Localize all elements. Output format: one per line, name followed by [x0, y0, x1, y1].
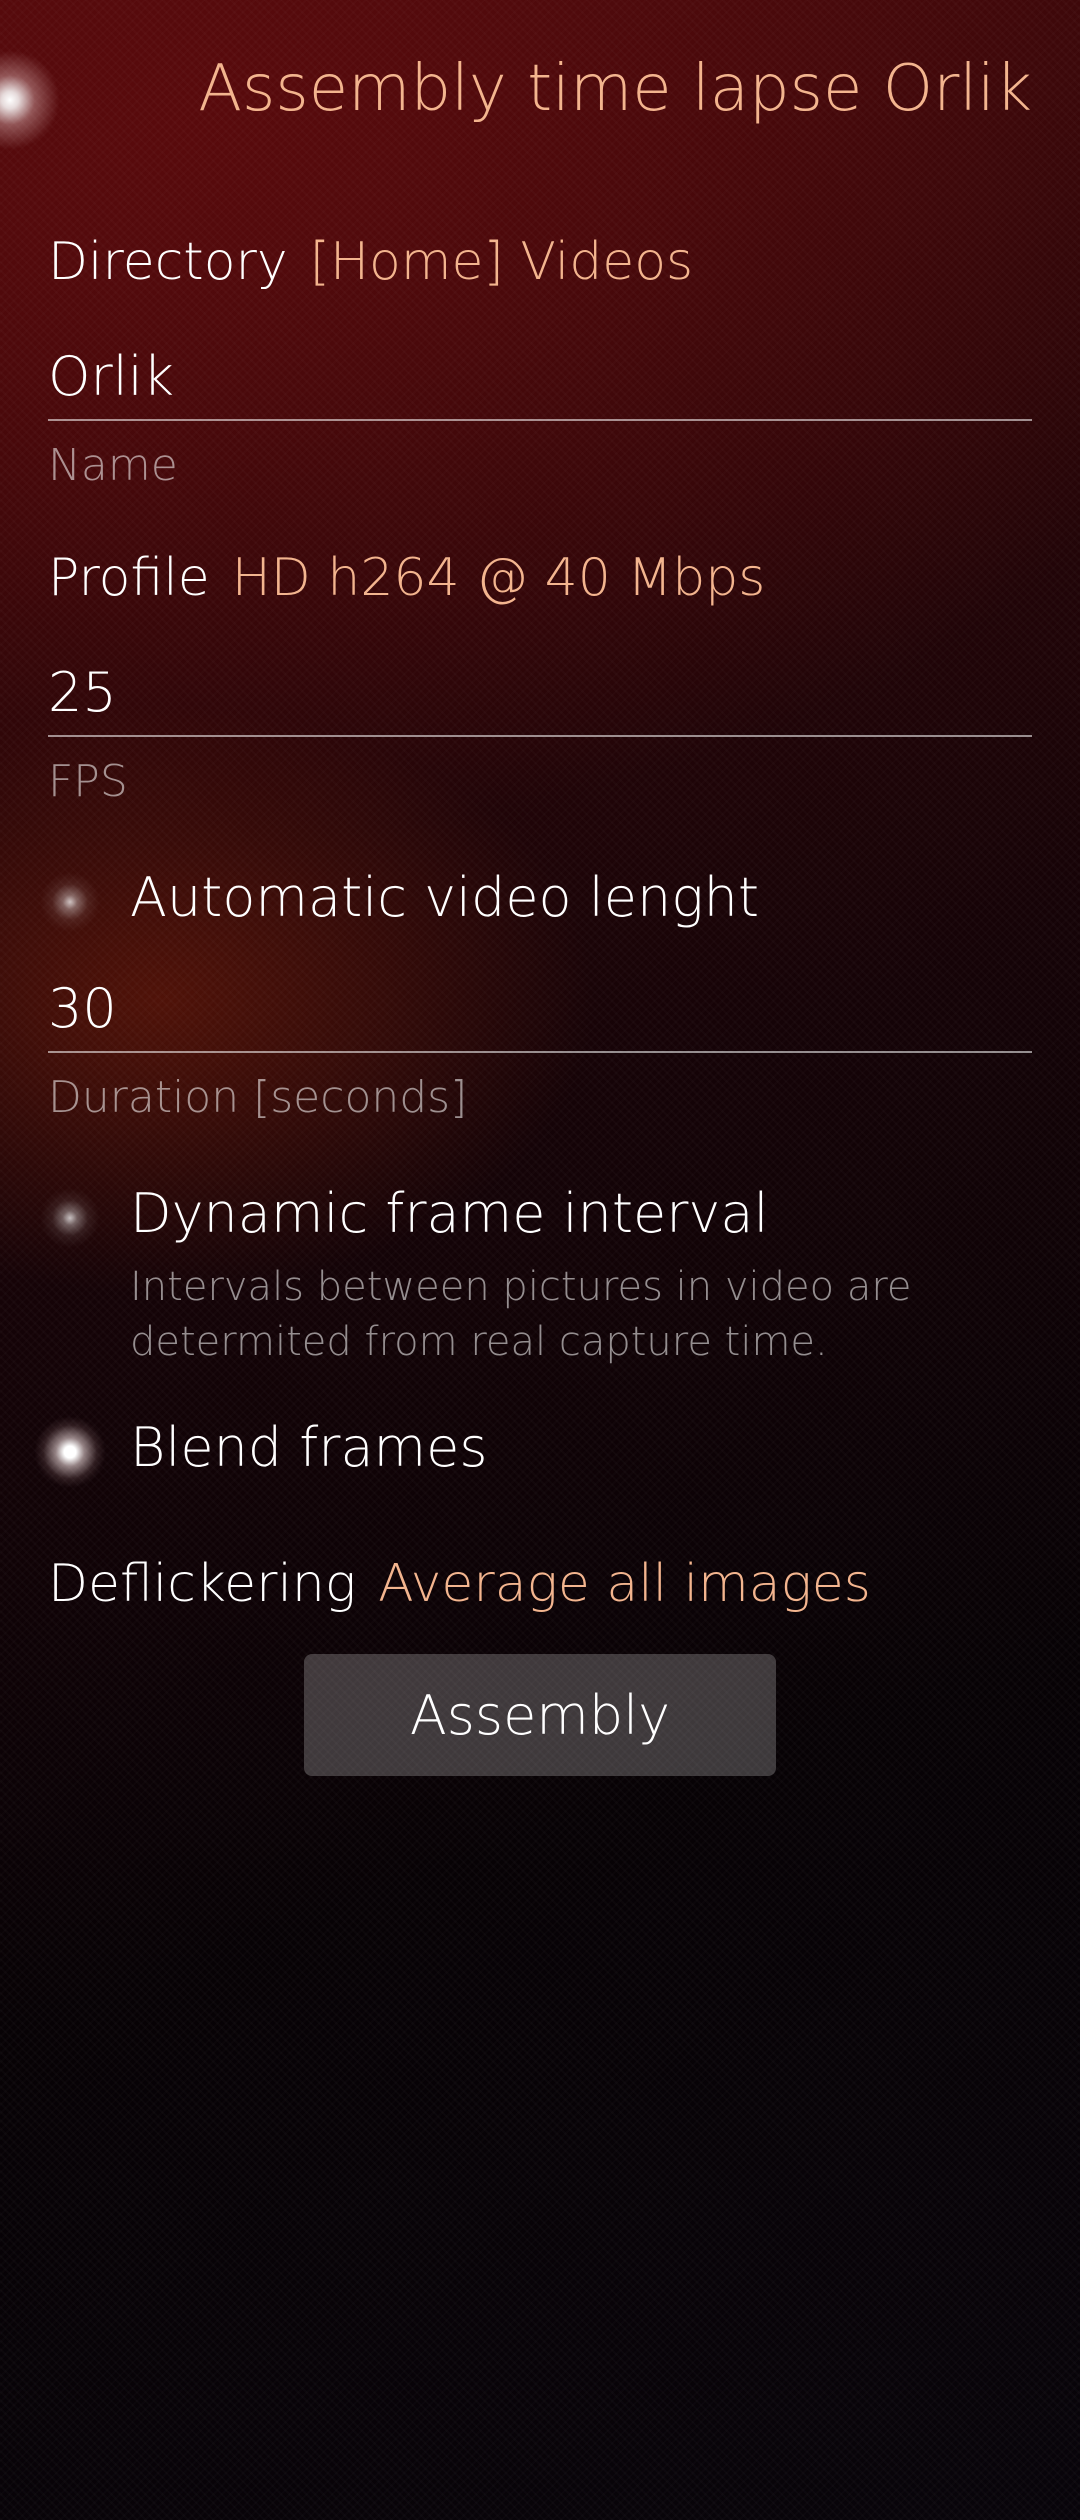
name-field-label: Name — [48, 440, 178, 491]
name-input-value[interactable]: Orlik — [48, 345, 174, 408]
auto-length-label: Automatic video lenght — [130, 866, 760, 929]
directory-value: [Home] Videos — [309, 232, 694, 292]
dynamic-interval-indicator — [28, 1176, 112, 1260]
page-title: Assembly time lapse Orlik — [198, 52, 1032, 126]
duration-field-label: Duration [seconds] — [48, 1072, 468, 1123]
profile-combo[interactable]: Profile HD h264 @ 40 Mbps — [48, 538, 765, 618]
fps-underline — [48, 735, 1032, 737]
dynamic-interval-label: Dynamic frame interval — [130, 1182, 769, 1245]
assembly-button[interactable]: Assembly — [304, 1654, 776, 1776]
profile-label: Profile — [48, 548, 210, 608]
duration-input-value[interactable]: 30 — [48, 977, 117, 1040]
deflickering-label: Deflickering — [48, 1554, 357, 1614]
auto-length-indicator — [28, 860, 112, 944]
directory-combo[interactable]: Directory [Home] Videos — [48, 222, 693, 302]
fps-field-label: FPS — [48, 756, 128, 807]
deflickering-combo[interactable]: Deflickering Average all images — [48, 1544, 871, 1624]
blend-frames-switch[interactable]: Blend frames — [28, 1402, 1028, 1494]
blend-frames-indicator — [28, 1410, 112, 1494]
dynamic-interval-description: Intervals between pictures in video are … — [130, 1264, 912, 1365]
dynamic-interval-switch[interactable]: Dynamic frame interval Intervals between… — [28, 1168, 1028, 1368]
fps-field[interactable]: 25 — [48, 661, 1032, 771]
auto-length-switch[interactable]: Automatic video lenght — [28, 852, 1028, 944]
profile-value: HD h264 @ 40 Mbps — [231, 548, 766, 608]
duration-underline — [48, 1051, 1032, 1053]
directory-label: Directory — [48, 232, 288, 292]
duration-field[interactable]: 30 — [48, 977, 1032, 1087]
fps-input-value[interactable]: 25 — [48, 661, 117, 724]
name-underline — [48, 419, 1032, 421]
name-field[interactable]: Orlik — [48, 345, 1032, 455]
deflickering-value: Average all images — [378, 1554, 871, 1614]
blend-frames-label: Blend frames — [130, 1416, 488, 1479]
